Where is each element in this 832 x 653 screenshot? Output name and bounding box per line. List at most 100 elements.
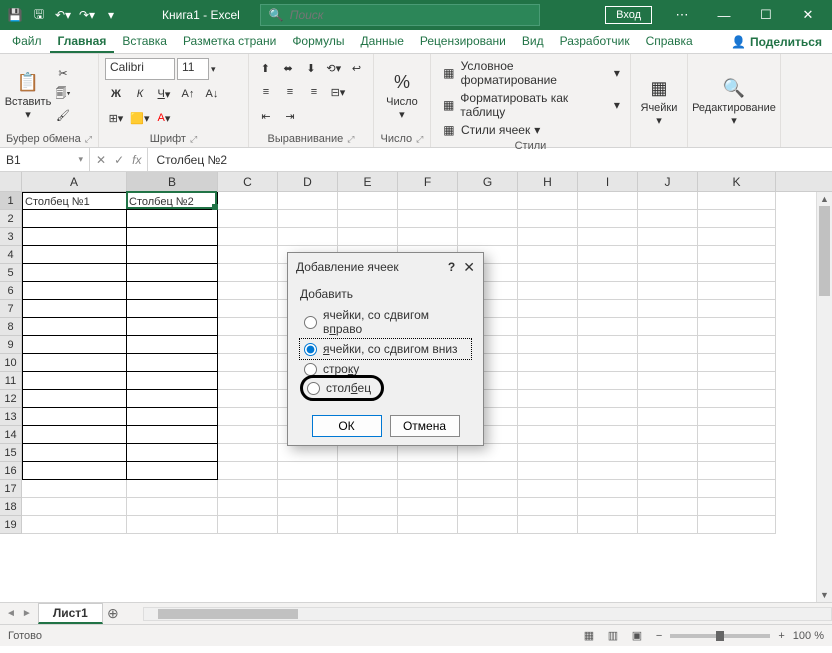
cell-C12[interactable]: [218, 390, 278, 408]
cell-A16[interactable]: [22, 462, 127, 480]
cell-K6[interactable]: [698, 282, 776, 300]
cell-E19[interactable]: [338, 516, 398, 534]
save-icon[interactable]: 🖫: [28, 4, 50, 26]
tab-insert[interactable]: Вставка: [114, 30, 175, 53]
cell-K9[interactable]: [698, 336, 776, 354]
cell-I13[interactable]: [578, 408, 638, 426]
cell-I7[interactable]: [578, 300, 638, 318]
cell-A5[interactable]: [22, 264, 127, 282]
minimize-button[interactable]: —: [704, 0, 744, 30]
cell-D15[interactable]: [278, 444, 338, 462]
cell-J2[interactable]: [638, 210, 698, 228]
qat-dropdown-icon[interactable]: ▾: [100, 4, 122, 26]
formula-input[interactable]: Столбец №2: [148, 148, 832, 171]
format-as-table-button[interactable]: ▦Форматировать как таблицу ▾: [437, 90, 624, 120]
cell-H9[interactable]: [518, 336, 578, 354]
cell-C6[interactable]: [218, 282, 278, 300]
cell-D18[interactable]: [278, 498, 338, 516]
col-header-K[interactable]: K: [698, 172, 776, 191]
cell-I11[interactable]: [578, 372, 638, 390]
select-all-corner[interactable]: [0, 172, 22, 191]
cell-J8[interactable]: [638, 318, 698, 336]
tab-page-layout[interactable]: Разметка страни: [175, 30, 284, 53]
cell-B3[interactable]: [127, 228, 218, 246]
cell-K10[interactable]: [698, 354, 776, 372]
cell-A1[interactable]: Столбец №1: [22, 192, 127, 210]
zoom-slider[interactable]: [670, 634, 770, 638]
tab-file[interactable]: Файл: [4, 30, 50, 53]
cell-J9[interactable]: [638, 336, 698, 354]
paste-button[interactable]: 📋 Вставить▾: [6, 58, 50, 131]
row-header-19[interactable]: 19: [0, 516, 22, 534]
font-launcher-icon[interactable]: ⤢: [190, 134, 197, 145]
vertical-scrollbar[interactable]: ▲ ▼: [816, 192, 832, 602]
cell-C14[interactable]: [218, 426, 278, 444]
cell-J14[interactable]: [638, 426, 698, 444]
cell-C15[interactable]: [218, 444, 278, 462]
scrollbar-thumb[interactable]: [819, 206, 830, 296]
cell-B17[interactable]: [127, 480, 218, 498]
cell-H1[interactable]: [518, 192, 578, 210]
cell-C16[interactable]: [218, 462, 278, 480]
scroll-down-icon[interactable]: ▼: [817, 588, 832, 602]
cell-K5[interactable]: [698, 264, 776, 282]
cell-F18[interactable]: [398, 498, 458, 516]
cell-B11[interactable]: [127, 372, 218, 390]
col-header-D[interactable]: D: [278, 172, 338, 191]
search-box[interactable]: 🔍: [260, 4, 540, 26]
dialog-help-button[interactable]: ?: [448, 260, 455, 274]
tab-formulas[interactable]: Формулы: [284, 30, 352, 53]
cell-H18[interactable]: [518, 498, 578, 516]
col-header-J[interactable]: J: [638, 172, 698, 191]
col-header-C[interactable]: C: [218, 172, 278, 191]
cell-I2[interactable]: [578, 210, 638, 228]
cell-B6[interactable]: [127, 282, 218, 300]
row-header-2[interactable]: 2: [0, 210, 22, 228]
cell-C17[interactable]: [218, 480, 278, 498]
cell-C18[interactable]: [218, 498, 278, 516]
add-sheet-button[interactable]: ⊕: [103, 605, 123, 622]
col-header-I[interactable]: I: [578, 172, 638, 191]
cell-E3[interactable]: [338, 228, 398, 246]
cell-D1[interactable]: [278, 192, 338, 210]
decrease-font-button[interactable]: A↓: [201, 84, 223, 104]
cell-A17[interactable]: [22, 480, 127, 498]
cancel-formula-icon[interactable]: ✕: [96, 153, 106, 167]
cell-A7[interactable]: [22, 300, 127, 318]
cell-B5[interactable]: [127, 264, 218, 282]
cell-I1[interactable]: [578, 192, 638, 210]
row-header-14[interactable]: 14: [0, 426, 22, 444]
cell-H13[interactable]: [518, 408, 578, 426]
cell-B14[interactable]: [127, 426, 218, 444]
cell-B4[interactable]: [127, 246, 218, 264]
tab-help[interactable]: Справка: [638, 30, 701, 53]
cell-H16[interactable]: [518, 462, 578, 480]
font-name-select[interactable]: Calibri: [105, 58, 175, 80]
cell-H10[interactable]: [518, 354, 578, 372]
cell-G16[interactable]: [458, 462, 518, 480]
cell-K8[interactable]: [698, 318, 776, 336]
italic-button[interactable]: К: [129, 84, 151, 104]
tab-developer[interactable]: Разработчик: [552, 30, 638, 53]
row-header-8[interactable]: 8: [0, 318, 22, 336]
cell-H7[interactable]: [518, 300, 578, 318]
cell-I5[interactable]: [578, 264, 638, 282]
search-input[interactable]: [290, 8, 531, 22]
cut-button[interactable]: ✂: [52, 64, 74, 84]
cell-B18[interactable]: [127, 498, 218, 516]
number-launcher-icon[interactable]: ⤢: [416, 134, 423, 145]
cell-E1[interactable]: [338, 192, 398, 210]
increase-indent-button[interactable]: ⇥: [279, 106, 301, 126]
cell-I17[interactable]: [578, 480, 638, 498]
cell-styles-button[interactable]: ▦Стили ячеек ▾: [437, 122, 624, 138]
increase-font-button[interactable]: A↑: [177, 84, 199, 104]
cell-J3[interactable]: [638, 228, 698, 246]
cell-B10[interactable]: [127, 354, 218, 372]
cell-C13[interactable]: [218, 408, 278, 426]
cell-D19[interactable]: [278, 516, 338, 534]
cell-G3[interactable]: [458, 228, 518, 246]
view-page-layout-icon[interactable]: ▥: [602, 627, 624, 645]
cell-K19[interactable]: [698, 516, 776, 534]
cell-G18[interactable]: [458, 498, 518, 516]
conditional-formatting-button[interactable]: ▦Условное форматирование ▾: [437, 58, 624, 88]
